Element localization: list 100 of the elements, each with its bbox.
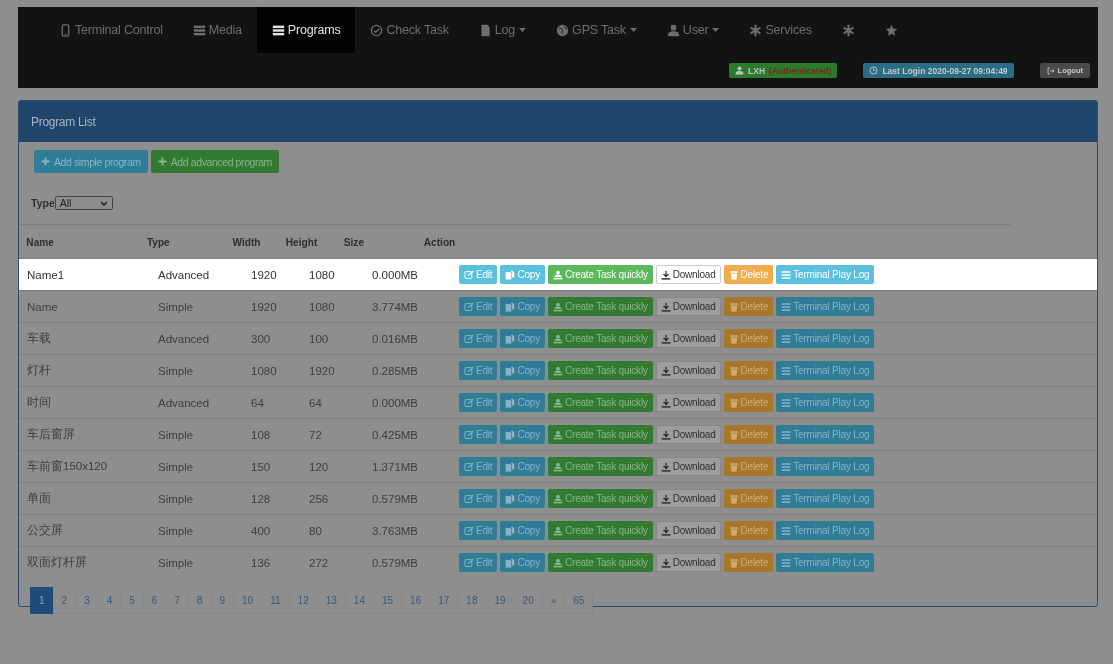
delete-button[interactable]: Delete: [723, 489, 774, 508]
download-button[interactable]: Download: [655, 329, 721, 348]
edit-button[interactable]: Edit: [459, 521, 498, 540]
play-log-button[interactable]: Terminal Play Log: [776, 329, 875, 348]
delete-button[interactable]: Delete: [723, 457, 774, 476]
play-log-button[interactable]: Terminal Play Log: [776, 265, 875, 284]
page-link[interactable]: 11: [261, 587, 290, 614]
create-task-button[interactable]: Create Task quickly: [548, 425, 653, 444]
edit-button[interactable]: Edit: [459, 425, 498, 444]
page-link[interactable]: 12: [288, 587, 318, 614]
edit-button[interactable]: Edit: [459, 329, 498, 348]
page-link[interactable]: 8: [187, 587, 212, 614]
download-button[interactable]: Download: [655, 489, 721, 508]
page-link[interactable]: 20: [513, 587, 543, 614]
page-link[interactable]: »: [541, 587, 566, 614]
edit-button[interactable]: Edit: [459, 457, 498, 476]
download-button[interactable]: Download: [655, 393, 721, 412]
page-link[interactable]: 17: [429, 587, 459, 614]
page-link[interactable]: 15: [372, 587, 403, 614]
edit-button[interactable]: Edit: [459, 489, 498, 508]
play-log-button[interactable]: Terminal Play Log: [776, 553, 875, 572]
play-log-button[interactable]: Terminal Play Log: [776, 489, 875, 508]
play-log-button[interactable]: Terminal Play Log: [776, 457, 875, 476]
download-button[interactable]: Download: [655, 553, 721, 572]
page-link[interactable]: 2: [52, 587, 77, 614]
copy-button[interactable]: Copy: [500, 329, 545, 348]
download-button[interactable]: Download: [655, 425, 721, 444]
page-link[interactable]: 4: [97, 587, 122, 614]
page-link[interactable]: 13: [316, 587, 346, 614]
nav-item[interactable]: GPS Task: [541, 7, 652, 53]
page-link[interactable]: 1: [30, 587, 54, 614]
type-select[interactable]: All: [54, 196, 113, 210]
create-task-button[interactable]: Create Task quickly: [548, 553, 653, 572]
page-link[interactable]: 3: [75, 587, 99, 614]
person-icon: [553, 557, 563, 568]
play-log-button[interactable]: Terminal Play Log: [776, 297, 875, 316]
delete-button[interactable]: Delete: [723, 425, 774, 444]
page-link[interactable]: 18: [457, 587, 487, 614]
copy-button[interactable]: Copy: [500, 297, 545, 316]
delete-button[interactable]: Delete: [723, 393, 774, 412]
delete-button[interactable]: Delete: [723, 329, 774, 348]
page-link[interactable]: 65: [564, 587, 594, 614]
create-task-button[interactable]: Create Task quickly: [548, 297, 653, 316]
delete-button[interactable]: Delete: [723, 553, 774, 572]
edit-button[interactable]: Edit: [459, 553, 498, 572]
download-button[interactable]: Download: [655, 361, 721, 380]
delete-button[interactable]: Delete: [723, 521, 774, 540]
play-log-button[interactable]: Terminal Play Log: [776, 393, 875, 412]
edit-button[interactable]: Edit: [459, 361, 498, 380]
play-log-button[interactable]: Terminal Play Log: [776, 425, 875, 444]
delete-button[interactable]: Delete: [723, 361, 774, 380]
delete-button[interactable]: Delete: [723, 265, 774, 284]
copy-button[interactable]: Copy: [500, 521, 545, 540]
nav-item[interactable]: Services: [734, 7, 827, 53]
download-button[interactable]: Download: [655, 265, 721, 284]
create-task-button[interactable]: Create Task quickly: [548, 361, 653, 380]
copy-button[interactable]: Copy: [500, 361, 545, 380]
edit-button[interactable]: Edit: [459, 393, 498, 412]
create-task-button[interactable]: Create Task quickly: [548, 265, 653, 284]
add-program-button[interactable]: Add simple program: [34, 150, 148, 173]
page-link[interactable]: 16: [401, 587, 431, 614]
table-cell-text: Simple: [158, 364, 195, 377]
nav-item[interactable]: Media: [177, 7, 257, 53]
download-button[interactable]: Download: [655, 521, 721, 540]
nav-item[interactable]: Terminal Control: [44, 7, 178, 53]
copy-button[interactable]: Copy: [500, 489, 545, 508]
page-link[interactable]: 19: [485, 587, 515, 614]
edit-button[interactable]: Edit: [459, 265, 498, 284]
copy-button[interactable]: Copy: [500, 553, 545, 572]
nav-item[interactable]: User: [651, 7, 735, 53]
create-task-button[interactable]: Create Task quickly: [548, 521, 653, 540]
download-button[interactable]: Download: [655, 297, 721, 316]
copy-button[interactable]: Copy: [500, 425, 545, 444]
table-cell-text: 车载: [27, 331, 52, 346]
create-task-button[interactable]: Create Task quickly: [548, 393, 653, 412]
play-log-button[interactable]: Terminal Play Log: [776, 361, 875, 380]
nav-item[interactable]: Log: [463, 7, 542, 53]
page-link[interactable]: 7: [165, 587, 189, 614]
create-task-button[interactable]: Create Task quickly: [548, 457, 653, 476]
copy-button[interactable]: Copy: [500, 393, 545, 412]
create-task-button[interactable]: Create Task quickly: [548, 489, 653, 508]
create-task-button[interactable]: Create Task quickly: [548, 329, 653, 348]
page-link[interactable]: 14: [344, 587, 374, 614]
table-cell-text: 公交屏: [27, 523, 64, 538]
copy-button[interactable]: Copy: [500, 457, 545, 476]
page-link[interactable]: 9: [210, 587, 235, 614]
nav-item[interactable]: Programs: [256, 7, 356, 53]
nav-item[interactable]: Check Task: [355, 7, 464, 53]
download-button[interactable]: Download: [655, 457, 721, 476]
add-program-button[interactable]: Add advanced program: [150, 150, 279, 173]
filter-label: Type: [31, 197, 55, 209]
delete-button[interactable]: Delete: [723, 297, 774, 316]
page-link[interactable]: 6: [142, 587, 167, 614]
page-link[interactable]: 10: [233, 587, 263, 614]
edit-button[interactable]: Edit: [459, 297, 498, 316]
page-link[interactable]: 5: [120, 587, 144, 614]
play-log-button[interactable]: Terminal Play Log: [776, 521, 875, 540]
table-cell-text: 车后窗屏: [27, 427, 76, 442]
copy-icon: [505, 557, 516, 568]
copy-button[interactable]: Copy: [500, 265, 545, 284]
